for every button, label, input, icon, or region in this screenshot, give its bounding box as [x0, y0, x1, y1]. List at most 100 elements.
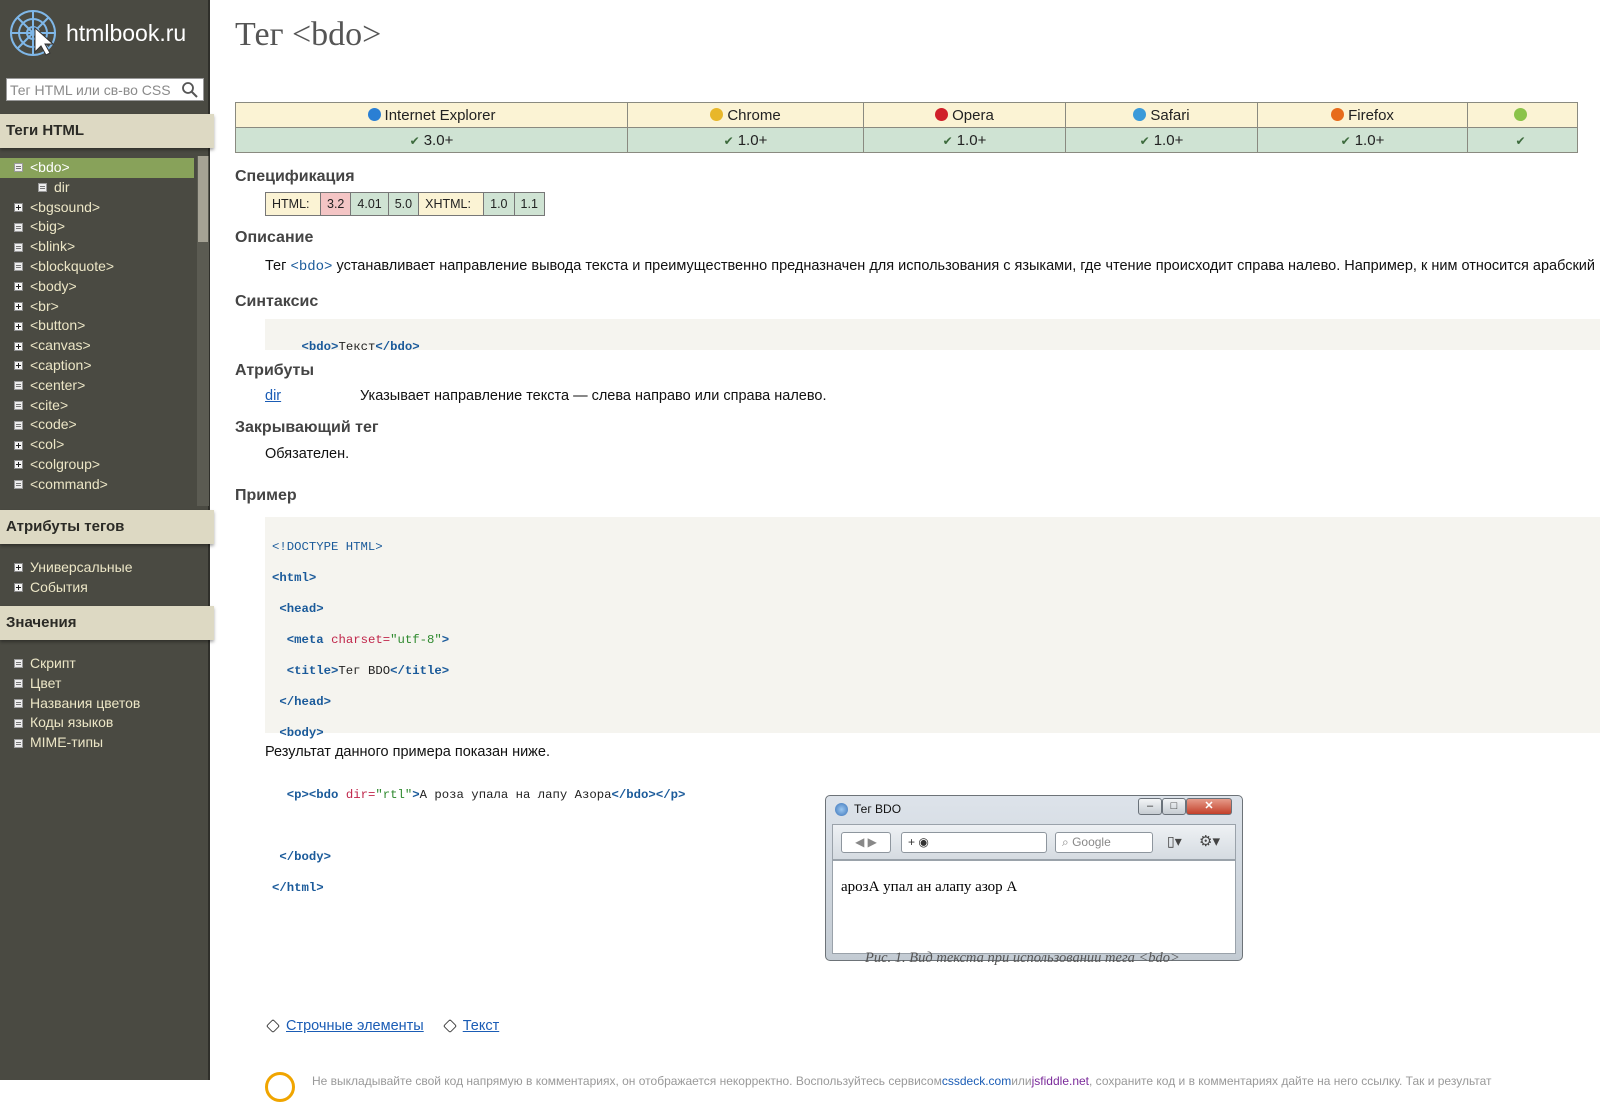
expand-icon[interactable] — [14, 341, 23, 351]
browser-icon — [367, 107, 381, 121]
spec-html-label: HTML: — [265, 192, 321, 216]
search-box — [6, 78, 204, 101]
page-icon — [14, 400, 23, 410]
warning-icon — [265, 1072, 295, 1102]
sidebar-item-label: Коды языков — [30, 714, 114, 731]
browser-name-cell: Internet Explorer — [235, 102, 628, 128]
related-tags: Строчные элементы Текст — [265, 1018, 499, 1034]
jsfiddle-link[interactable]: jsfiddle.net — [1032, 1074, 1089, 1088]
sidebar-item-label: <caption> — [30, 356, 92, 373]
related-link-inline-elements[interactable]: Строчные элементы — [286, 1018, 424, 1034]
expand-icon[interactable] — [14, 361, 23, 371]
page-title: Тег <bdo> — [235, 16, 382, 53]
sidebar-item-label: <button> — [30, 317, 86, 334]
values-tree: Скрипт Цвет Названия цветов Коды языков MIME… — [0, 654, 200, 753]
sidebar-item-label: <center> — [30, 376, 86, 393]
sidebar-scrollbar-thumb[interactable] — [198, 156, 208, 242]
sidebar-item[interactable]: <caption> — [0, 356, 198, 376]
check-icon: ✔ — [1340, 133, 1351, 148]
page-icon — [38, 183, 47, 193]
expand-icon[interactable] — [14, 460, 23, 470]
sidebar-item[interactable]: <canvas> — [0, 336, 198, 356]
browser-version: 1.0+ — [1354, 131, 1385, 149]
sidebar-item[interactable]: <center> — [0, 376, 198, 396]
sidebar-item[interactable]: <body> — [0, 277, 198, 297]
gear-icon: ⚙▾ — [1199, 833, 1220, 850]
expand-icon[interactable] — [14, 321, 23, 331]
page-menu-icon: ▯▾ — [1167, 833, 1182, 849]
expand-icon[interactable] — [14, 440, 23, 450]
attr-dir-desc: Указывает направление текста — слева нап… — [360, 388, 827, 404]
cssdeck-link[interactable]: cssdeck.com — [942, 1074, 1011, 1088]
sidebar-item[interactable]: <blockquote> — [0, 257, 198, 277]
search-bar: ⌕ Google — [1055, 832, 1153, 853]
attributes-heading: Атрибуты — [235, 362, 315, 379]
expand-icon[interactable] — [14, 563, 23, 573]
sidebar-item[interactable]: <blink> — [0, 237, 198, 257]
sidebar-item[interactable]: <br> — [0, 297, 198, 317]
browser-name-cell: Opera — [863, 102, 1066, 128]
expand-icon[interactable] — [14, 583, 23, 593]
sidebar-item[interactable]: Названия цветов — [0, 694, 200, 714]
expand-icon[interactable] — [14, 282, 23, 292]
description-tag: <bdo> — [290, 259, 333, 275]
sidebar-item-label: Названия цветов — [30, 694, 141, 711]
sidebar-item[interactable]: <cite> — [0, 396, 198, 416]
sidebar-item[interactable]: MIME-типы — [0, 733, 200, 753]
sidebar-item[interactable]: <big> — [0, 217, 198, 237]
minimize-icon: – — [1138, 798, 1162, 815]
attr-dir-link[interactable]: dir — [265, 388, 281, 404]
search-input[interactable] — [7, 80, 177, 99]
syntax-code: <bdo>Текст</bdo> — [265, 319, 1600, 354]
code-line: <title>Тег BDO</title> — [286, 664, 450, 678]
expand-icon[interactable] — [14, 202, 23, 212]
browser-version-cell: ✔ — [1467, 127, 1578, 153]
sidebar-item[interactable]: <col> — [0, 435, 198, 455]
sidebar-item-label: <blockquote> — [30, 257, 115, 274]
browser-app-icon — [835, 803, 848, 816]
sidebar-item[interactable]: dir — [0, 178, 198, 198]
example-result-window: Тег BDO – □ ✕ ◀ ▶ + ◉ ⌕ Google ▯▾ ⚙▾ аро… — [825, 795, 1243, 961]
notice-text: или — [1011, 1074, 1032, 1088]
sidebar-item[interactable]: <bgsound> — [0, 198, 198, 218]
sidebar-item-label: <code> — [30, 416, 77, 433]
sidebar-scrollbar[interactable] — [197, 156, 209, 506]
browser-version-cell: ✔ 1.0+ — [863, 127, 1066, 153]
sidebar-item[interactable]: <colgroup> — [0, 455, 198, 475]
sidebar-item-label: <big> — [30, 218, 66, 235]
closing-text: Обязателен. — [265, 446, 350, 462]
example-heading: Пример — [235, 487, 297, 504]
sidebar-item-label: MIME-типы — [30, 734, 104, 751]
page-icon — [14, 480, 23, 490]
sidebar-item[interactable]: <bdo> — [0, 158, 194, 178]
browser-name: Firefox — [1348, 106, 1394, 124]
spec-xhtml-version: 1.1 — [513, 192, 545, 216]
code-line: </head> — [279, 695, 332, 709]
sidebar-item-label: Универсальные — [30, 559, 133, 575]
sidebar-item[interactable]: Скрипт — [0, 654, 200, 674]
page-icon — [14, 381, 23, 391]
related-link-text[interactable]: Текст — [463, 1018, 500, 1034]
sidebar-item[interactable]: Универсальные — [0, 558, 200, 578]
address-bar: + ◉ — [901, 832, 1047, 853]
check-icon: ✔ — [723, 133, 734, 148]
mock-search-placeholder: Google — [1072, 835, 1111, 849]
sidebar-item[interactable]: События — [0, 578, 200, 598]
sidebar-heading-values[interactable]: Значения — [0, 606, 214, 640]
spec-html-version: 5.0 — [387, 192, 420, 216]
sidebar-heading-tags[interactable]: Теги HTML — [0, 114, 214, 148]
code-line: <head> — [279, 602, 324, 616]
sidebar-item[interactable]: <button> — [0, 316, 198, 336]
search-icon[interactable] — [181, 81, 199, 99]
expand-icon[interactable] — [14, 301, 23, 311]
sidebar-item[interactable]: Цвет — [0, 674, 200, 694]
check-icon: ✔ — [1515, 133, 1526, 148]
spec-heading: Спецификация — [235, 168, 355, 185]
sidebar-item[interactable]: Коды языков — [0, 713, 200, 733]
site-logo[interactable]: htmlbook.ru — [8, 6, 186, 60]
sidebar-item[interactable]: <command> — [0, 475, 198, 495]
spec-xhtml-version: 1.0 — [483, 192, 515, 216]
sidebar-heading-attrs[interactable]: Атрибуты тегов — [0, 510, 214, 544]
sidebar-item[interactable]: <code> — [0, 415, 198, 435]
close-icon: ✕ — [1186, 798, 1232, 815]
